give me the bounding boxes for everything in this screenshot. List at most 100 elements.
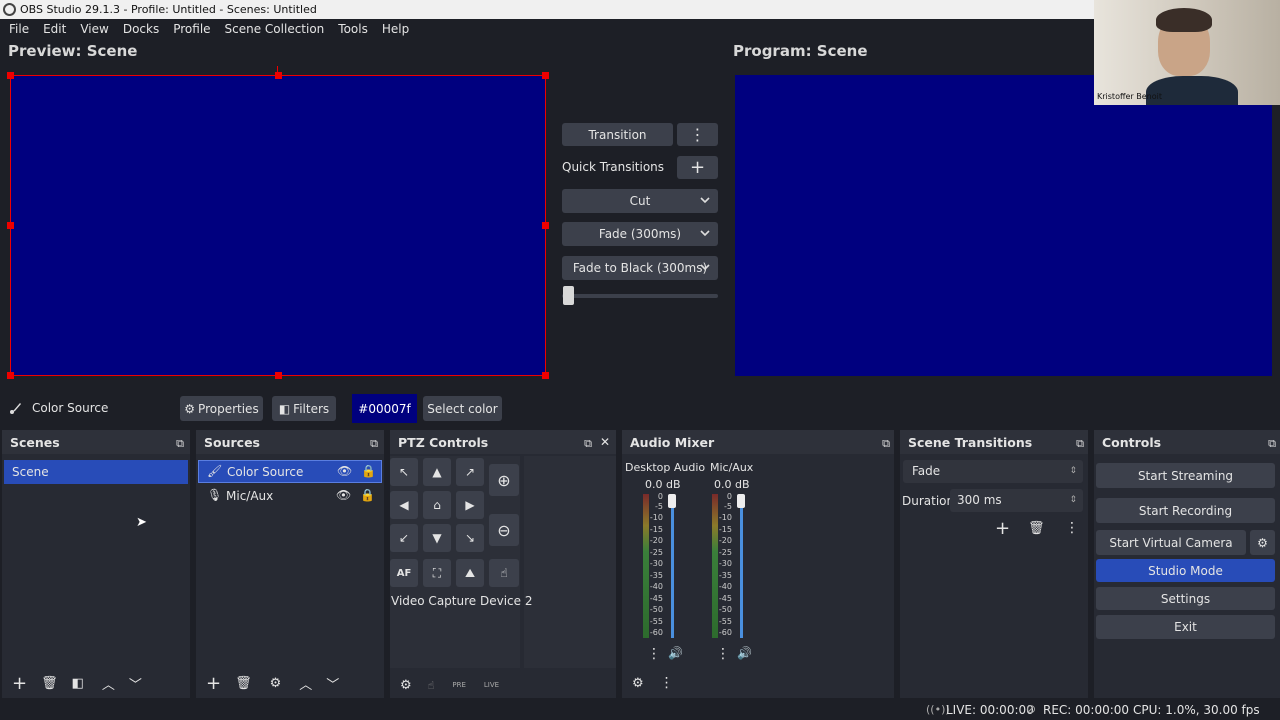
settings-button[interactable]: Settings bbox=[1096, 587, 1275, 610]
studio-mode-button[interactable]: Studio Mode bbox=[1096, 559, 1275, 582]
plus-icon[interactable]: + bbox=[12, 673, 27, 694]
ptz-device-name[interactable]: Video Capture Device 2 bbox=[391, 594, 532, 608]
undock-icon[interactable]: ⧉ bbox=[370, 437, 378, 451]
resize-handle[interactable] bbox=[542, 72, 549, 79]
focus-far-button[interactable]: ⛰ bbox=[456, 559, 484, 587]
hand-pointer-icon[interactable]: ☝ bbox=[428, 679, 435, 692]
quick-transition-fade[interactable]: Fade (300ms) bbox=[562, 222, 718, 246]
tilt-up-button[interactable]: ▲ bbox=[423, 458, 451, 486]
pan-left-button[interactable]: ◀ bbox=[390, 491, 418, 519]
transition-select[interactable]: Fade ⇕ bbox=[903, 460, 1083, 483]
menu-docks[interactable]: Docks bbox=[116, 22, 166, 36]
menu-help[interactable]: Help bbox=[375, 22, 416, 36]
resize-handle[interactable] bbox=[542, 372, 549, 379]
source-item-mic[interactable]: 🎙 Mic/Aux 👁 🔒 bbox=[198, 485, 382, 508]
speaker-icon[interactable]: 🔊 bbox=[668, 646, 683, 660]
scene-list-item[interactable]: Scene bbox=[4, 460, 188, 484]
kebab-menu-icon[interactable]: ⋮ bbox=[660, 675, 674, 691]
autofocus-button[interactable]: AF bbox=[390, 559, 418, 587]
preview-canvas[interactable] bbox=[7, 72, 549, 379]
focus-onetouch-button[interactable]: ☝ bbox=[489, 559, 519, 587]
filters-button[interactable]: ◧ Filters bbox=[272, 396, 336, 421]
close-icon[interactable]: ✕ bbox=[600, 435, 610, 449]
channel-db: 0.0 dB bbox=[645, 478, 681, 491]
chevron-up-icon[interactable]: ︿ bbox=[299, 674, 312, 693]
gear-icon: ⚙ bbox=[184, 401, 196, 416]
cpu-fps: CPU: 1.0%, 30.00 fps bbox=[1133, 703, 1260, 717]
properties-button[interactable]: ⚙ Properties bbox=[180, 396, 263, 421]
resize-handle[interactable] bbox=[542, 222, 549, 229]
kebab-menu-icon[interactable]: ⋮ bbox=[647, 646, 661, 662]
menu-view[interactable]: View bbox=[73, 22, 115, 36]
rotation-handle-stem bbox=[277, 66, 278, 75]
undock-icon[interactable]: ⧉ bbox=[176, 437, 184, 451]
plus-icon[interactable]: + bbox=[995, 518, 1010, 539]
color-swatch[interactable]: #00007f bbox=[352, 394, 417, 423]
pan-down-left-button[interactable]: ↙ bbox=[390, 524, 418, 552]
start-streaming-button[interactable]: Start Streaming bbox=[1096, 463, 1275, 488]
source-item-color[interactable]: 🖌 Color Source 👁 🔒 bbox=[198, 460, 382, 483]
duration-spinbox[interactable]: 300 ms ⇕ bbox=[950, 489, 1083, 512]
resize-handle[interactable] bbox=[7, 222, 14, 229]
undock-icon[interactable]: ⧉ bbox=[584, 437, 592, 451]
resize-handle[interactable] bbox=[7, 372, 14, 379]
eye-icon[interactable]: 👁 bbox=[336, 488, 351, 502]
trash-icon[interactable]: 🗑 bbox=[41, 676, 58, 691]
volume-slider-track[interactable] bbox=[671, 508, 674, 638]
menu-edit[interactable]: Edit bbox=[36, 22, 73, 36]
preset-pre-button[interactable]: PRE bbox=[452, 681, 466, 689]
kebab-menu-icon[interactable]: ⋮ bbox=[716, 646, 730, 662]
transition-button[interactable]: Transition bbox=[562, 123, 673, 146]
lock-icon[interactable]: 🔒 bbox=[361, 464, 376, 478]
pan-up-left-button[interactable]: ↖ bbox=[390, 458, 418, 486]
plus-icon[interactable]: + bbox=[206, 673, 221, 694]
tilt-down-button[interactable]: ▼ bbox=[423, 524, 451, 552]
volume-slider-handle[interactable] bbox=[737, 494, 745, 508]
speaker-icon[interactable]: 🔊 bbox=[737, 646, 752, 660]
select-color-button[interactable]: Select color bbox=[423, 396, 502, 421]
gear-icon[interactable]: ⚙ bbox=[400, 678, 412, 693]
exit-button[interactable]: Exit bbox=[1096, 615, 1275, 639]
gear-icon[interactable]: ⚙ bbox=[270, 676, 282, 691]
chevron-down-icon[interactable]: ﹀ bbox=[129, 674, 142, 693]
transition-more-button[interactable]: ⋮ bbox=[677, 123, 718, 146]
virtual-camera-settings-button[interactable]: ⚙ bbox=[1250, 530, 1275, 555]
pan-up-right-button[interactable]: ↗ bbox=[456, 458, 484, 486]
resize-handle[interactable] bbox=[7, 72, 14, 79]
preset-live-button[interactable]: LIVE bbox=[484, 681, 499, 689]
undock-icon[interactable]: ⧉ bbox=[1076, 437, 1084, 451]
undock-icon[interactable]: ⧉ bbox=[882, 437, 890, 451]
quick-transition-fade-to-black[interactable]: Fade to Black (300ms) bbox=[562, 256, 718, 280]
trash-icon[interactable]: 🗑 bbox=[1028, 521, 1045, 536]
menu-profile[interactable]: Profile bbox=[166, 22, 217, 36]
home-button[interactable]: ⌂ bbox=[423, 491, 451, 519]
lock-icon[interactable]: 🔒 bbox=[360, 488, 375, 502]
volume-slider-track[interactable] bbox=[740, 508, 743, 638]
kebab-menu-icon[interactable]: ⋮ bbox=[1065, 520, 1079, 536]
chevron-up-icon[interactable]: ︿ bbox=[102, 674, 115, 693]
pan-right-button[interactable]: ▶ bbox=[456, 491, 484, 519]
menu-scene-collection[interactable]: Scene Collection bbox=[218, 22, 332, 36]
chevron-down-icon[interactable]: ﹀ bbox=[326, 674, 339, 693]
filter-icon[interactable]: ◧ bbox=[72, 676, 84, 691]
focus-near-button[interactable]: ⛶ bbox=[423, 559, 451, 587]
eye-icon[interactable]: 👁 bbox=[337, 464, 352, 478]
zoom-in-icon: ⊕ bbox=[497, 470, 511, 490]
start-recording-button[interactable]: Start Recording bbox=[1096, 498, 1275, 523]
menu-tools[interactable]: Tools bbox=[331, 22, 375, 36]
zoom-out-button[interactable]: ⊖ bbox=[489, 514, 519, 546]
volume-slider-handle[interactable] bbox=[668, 494, 676, 508]
quick-transition-cut[interactable]: Cut bbox=[562, 189, 718, 213]
start-virtual-camera-button[interactable]: Start Virtual Camera bbox=[1096, 530, 1246, 555]
pan-down-right-button[interactable]: ↘ bbox=[456, 524, 484, 552]
undock-icon[interactable]: ⧉ bbox=[1268, 437, 1276, 451]
arrow-right-icon: ▶ bbox=[465, 498, 475, 512]
menu-file[interactable]: File bbox=[2, 22, 36, 36]
zoom-in-button[interactable]: ⊕ bbox=[489, 464, 519, 496]
transition-slider-handle[interactable] bbox=[563, 286, 574, 305]
add-quick-transition-button[interactable]: + bbox=[677, 156, 718, 179]
transition-slider-track[interactable] bbox=[562, 294, 718, 298]
trash-icon[interactable]: 🗑 bbox=[235, 676, 252, 691]
gear-icon[interactable]: ⚙ bbox=[632, 676, 644, 691]
resize-handle[interactable] bbox=[275, 372, 282, 379]
